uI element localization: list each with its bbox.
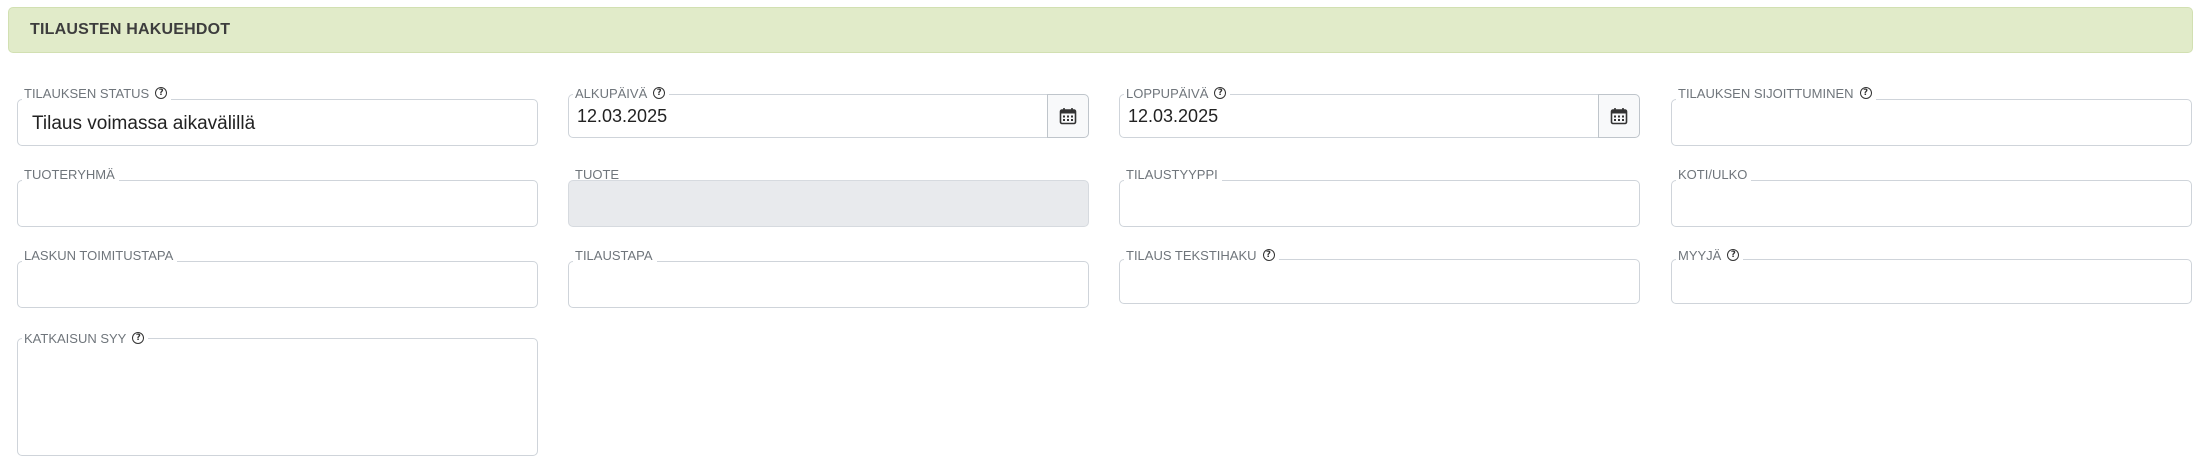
order-type-select[interactable] [1119,180,1640,227]
order-placement-label: TILAUKSEN SIJOITTUMINEN [1678,85,1854,101]
end-date-calendar-button[interactable] [1598,94,1640,138]
start-date-label: ALKUPÄIVÄ [575,85,648,101]
start-date-field: 12.03.2025 ALKUPÄIVÄ ? [568,84,1089,138]
calendar-icon [1610,108,1628,125]
end-date-value: 12.03.2025 [1128,106,1219,126]
product-group-field: TUOTERYHMÄ [17,165,538,227]
product-field: TUOTE [568,165,1089,227]
termination-reason-label: KATKAISUN SYY [24,330,127,346]
text-search-label: TILAUS TEKSTIHAKU [1126,247,1257,263]
domestic-foreign-select[interactable] [1671,180,2192,227]
seller-field: MYYJÄ ? [1671,246,2192,304]
order-method-field: TILAUSTAPA [568,246,1089,308]
order-type-label: TILAUSTYYPPI [1126,166,1218,182]
text-search-field: TILAUS TEKSTIHAKU ? [1119,246,1640,304]
termination-reason-select[interactable] [17,338,538,456]
invoice-delivery-label: LASKUN TOIMITUSTAPA [24,247,174,263]
question-circle-icon[interactable]: ? [1262,249,1275,261]
order-status-select[interactable]: Tilaus voimassa aikavälillä [17,99,538,146]
end-date-label: LOPPUPÄIVÄ [1126,85,1209,101]
order-status-field: Tilaus voimassa aikavälillä TILAUKSEN ST… [17,84,538,146]
seller-select[interactable] [1671,259,2192,304]
order-method-label: TILAUSTAPA [575,247,653,263]
text-search-input[interactable] [1119,259,1640,304]
header-title: TILAUSTEN HAKUEHDOT [30,21,231,38]
question-circle-icon[interactable]: ? [653,87,666,99]
domestic-foreign-label: KOTI/ULKO [1678,166,1748,182]
invoice-delivery-select[interactable] [17,261,538,308]
order-placement-select[interactable] [1671,99,2192,146]
product-group-label: TUOTERYHMÄ [24,166,115,182]
question-circle-icon[interactable]: ? [1727,249,1740,261]
calendar-icon [1059,108,1077,125]
order-type-field: TILAUSTYYPPI [1119,165,1640,227]
order-status-value: Tilaus voimassa aikavälillä [32,113,256,134]
question-circle-icon[interactable]: ? [1859,87,1872,99]
product-label: TUOTE [575,166,620,182]
domestic-foreign-field: KOTI/ULKO [1671,165,2192,227]
order-status-label: TILAUKSEN STATUS [24,85,150,101]
question-circle-icon[interactable]: ? [132,332,145,344]
question-circle-icon[interactable]: ? [155,87,168,99]
product-group-select[interactable] [17,180,538,227]
search-criteria-header: TILAUSTEN HAKUEHDOT [8,7,2193,53]
end-date-field: 12.03.2025 LOPPUPÄIVÄ ? [1119,84,1640,138]
product-select [568,180,1089,227]
order-placement-field: TILAUKSEN SIJOITTUMINEN ? [1671,84,2192,146]
order-method-select[interactable] [568,261,1089,308]
termination-reason-field: KATKAISUN SYY ? [17,329,538,456]
start-date-value: 12.03.2025 [577,106,668,126]
invoice-delivery-field: LASKUN TOIMITUSTAPA [17,246,538,308]
start-date-calendar-button[interactable] [1047,94,1089,138]
question-circle-icon[interactable]: ? [1214,87,1227,99]
seller-label: MYYJÄ [1678,247,1722,263]
